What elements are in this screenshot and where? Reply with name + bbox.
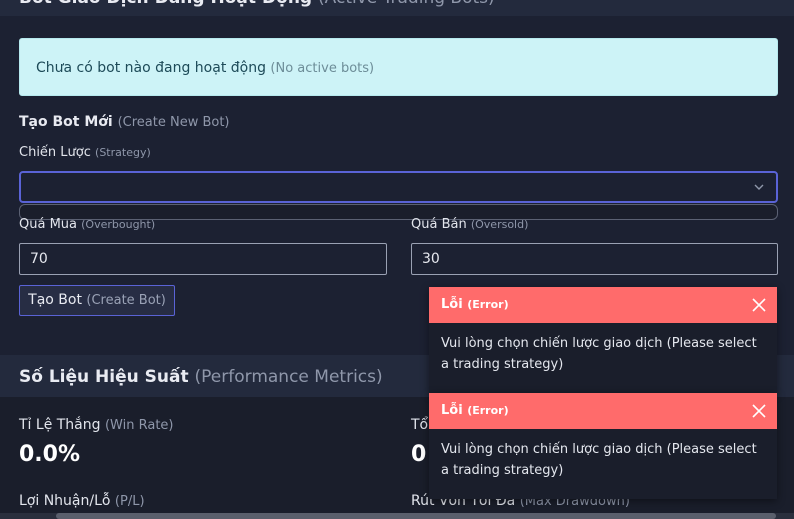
create-bot-title: Tạo Bot Mới (Create New Bot): [19, 114, 230, 130]
overbought-label: Quá Mua (Overbought): [19, 217, 155, 232]
create-bot-button-label: Tạo Bot: [28, 292, 82, 308]
create-bot-button-sub: (Create Bot): [86, 293, 166, 308]
scrollbar-thumb[interactable]: [56, 513, 776, 519]
strategy-select[interactable]: [19, 171, 778, 203]
error-toast: Lỗi (Error) Vui lòng chọn chiến lược gia…: [429, 393, 777, 499]
error-toast-title-text: Lỗi: [441, 403, 463, 418]
active-bots-title: Bot Giao Dịch Đang Hoạt Động (Active Tra…: [19, 0, 495, 8]
oversold-input[interactable]: 30: [411, 243, 778, 275]
oversold-label: Quá Bán (Oversold): [411, 217, 528, 232]
oversold-label-text: Quá Bán: [411, 217, 467, 232]
error-toast-message: Vui lòng chọn chiến lược giao dịch (Plea…: [441, 442, 757, 478]
error-toast-title: Lỗi (Error): [441, 297, 509, 312]
strategy-label: Chiến Lược (Strategy): [19, 145, 151, 160]
active-bots-title-sub: (Active Trading Bots): [318, 0, 495, 8]
error-toast-title-sub: (Error): [467, 298, 509, 311]
active-bots-title-text: Bot Giao Dịch Đang Hoạt Động: [19, 0, 312, 8]
error-toast-title-sub: (Error): [467, 404, 509, 417]
pl-label-sub: (P/L): [114, 494, 145, 509]
overbought-label-sub: (Overbought): [81, 218, 156, 231]
error-toast: Lỗi (Error) Vui lòng chọn chiến lược gia…: [429, 287, 777, 393]
error-toast-message: Vui lòng chọn chiến lược giao dịch (Plea…: [441, 336, 757, 372]
no-active-bots-alert: Chưa có bot nào đang hoạt động (No activ…: [19, 38, 778, 96]
close-icon[interactable]: [751, 403, 767, 419]
overbought-input[interactable]: 70: [19, 243, 387, 275]
overbought-label-text: Quá Mua: [19, 217, 77, 232]
horizontal-scrollbar[interactable]: [0, 513, 794, 519]
create-bot-button[interactable]: Tạo Bot (Create Bot): [19, 285, 175, 316]
create-bot-title-sub: (Create New Bot): [117, 115, 230, 130]
create-bot-title-text: Tạo Bot Mới: [19, 114, 113, 130]
close-icon[interactable]: [751, 297, 767, 313]
no-active-bots-sub: (No active bots): [270, 61, 375, 76]
performance-metrics-title: Số Liệu Hiệu Suất (Performance Metrics): [19, 367, 383, 387]
active-bots-header: Bot Giao Dịch Đang Hoạt Động (Active Tra…: [0, 0, 794, 16]
performance-metrics-title-sub: (Performance Metrics): [194, 367, 383, 387]
error-toast-header: Lỗi (Error): [429, 287, 777, 323]
win-rate-label-text: Tỉ Lệ Thắng: [19, 417, 101, 433]
no-active-bots-text: Chưa có bot nào đang hoạt động: [36, 60, 266, 76]
trading-bot-page: Bot Giao Dịch Đang Hoạt Động (Active Tra…: [0, 0, 794, 519]
error-toast-title-text: Lỗi: [441, 297, 463, 312]
pl-label: Lợi Nhuận/Lỗ (P/L): [19, 493, 145, 509]
total-label: Tổ: [411, 417, 429, 433]
oversold-label-sub: (Oversold): [470, 218, 529, 231]
win-rate-label: Tỉ Lệ Thắng (Win Rate): [19, 417, 174, 433]
error-toast-header: Lỗi (Error): [429, 393, 777, 429]
win-rate-label-sub: (Win Rate): [104, 418, 174, 433]
win-rate-value: 0.0%: [19, 442, 81, 467]
strategy-label-sub: (Strategy): [95, 146, 151, 159]
strategy-label-text: Chiến Lược: [19, 145, 91, 160]
total-value: 0: [411, 442, 427, 467]
performance-metrics-title-text: Số Liệu Hiệu Suất: [19, 367, 189, 387]
pl-label-text: Lợi Nhuận/Lỗ: [19, 493, 111, 509]
error-toast-title: Lỗi (Error): [441, 403, 509, 418]
chevron-down-icon: [754, 184, 764, 190]
